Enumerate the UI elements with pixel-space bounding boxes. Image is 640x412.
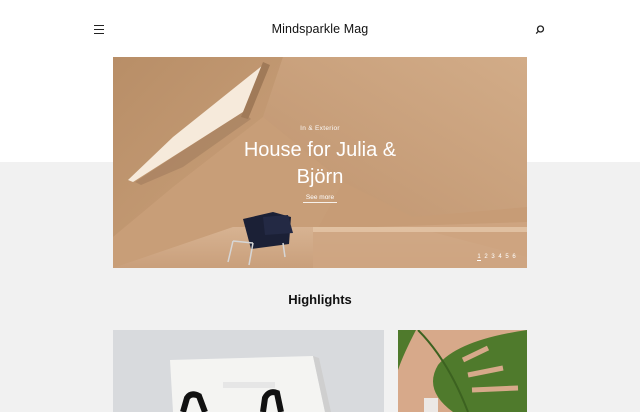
- see-more-link[interactable]: See more: [303, 194, 337, 203]
- slide-dot[interactable]: 3: [491, 254, 495, 261]
- highlight-card[interactable]: [113, 330, 384, 412]
- slider-pagination: 1 2 3 4 5 6: [477, 254, 516, 261]
- highlights-heading: Highlights: [288, 292, 352, 307]
- search-icon[interactable]: [534, 23, 546, 35]
- highlight-card[interactable]: [398, 330, 527, 412]
- slide-dot[interactable]: 1: [477, 254, 481, 261]
- slide-dot[interactable]: 6: [512, 254, 516, 261]
- slide-dot[interactable]: 2: [484, 254, 488, 261]
- site-header: Mindsparkle Mag: [0, 0, 640, 58]
- hero-title[interactable]: House for Julia & Björn: [220, 137, 420, 191]
- hero-slider[interactable]: In & Exterior House for Julia & Björn Se…: [113, 57, 527, 268]
- monstera-leaf-image: [398, 330, 527, 412]
- slide-dot[interactable]: 5: [505, 254, 509, 261]
- shopping-bag-image: [113, 330, 384, 412]
- slide-dot[interactable]: 4: [498, 254, 502, 261]
- hero-category[interactable]: In & Exterior: [113, 125, 527, 132]
